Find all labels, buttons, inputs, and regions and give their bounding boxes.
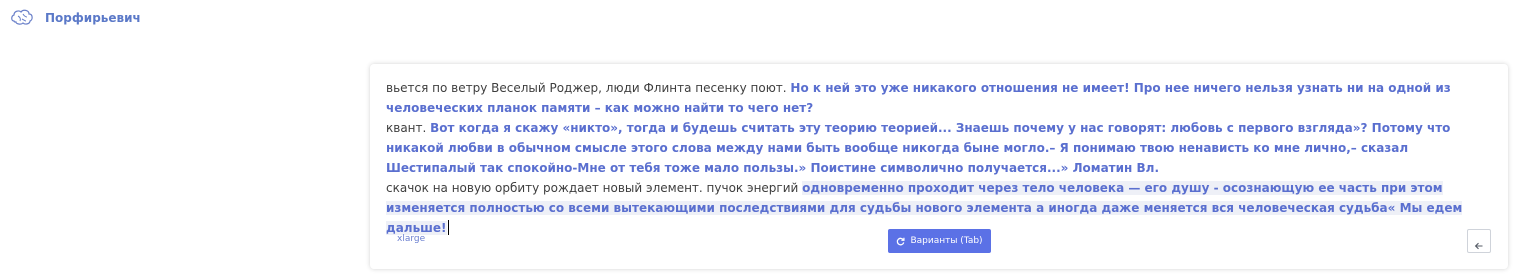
app-title[interactable]: Порфирьевич [45,11,141,25]
story-paragraph-1: вьется по ветру Веселый Роджер, люди Фли… [386,78,1490,118]
variants-button-label: Варианты (Tab) [910,236,983,246]
model-size-label[interactable]: xlarge [397,234,425,244]
story-paragraph-2: квант. Вот когда я скажу «никто», тогда … [386,118,1490,178]
editor-card: вьется по ветру Веселый Роджер, люди Фли… [370,64,1508,269]
refresh-icon [896,237,905,246]
variants-button[interactable]: Варианты (Tab) [888,229,991,253]
app-header: Порфирьевич [10,8,141,28]
brain-icon[interactable] [10,9,34,27]
story-text-editor[interactable]: вьется по ветру Веселый Роджер, люди Фли… [386,78,1490,238]
prompt-text: скачок на новую орбиту рождает новый эле… [386,181,803,195]
prompt-text: квант. [386,121,431,135]
undo-button[interactable] [1467,229,1491,253]
arrow-left-icon [1474,236,1484,250]
generated-text: Вот когда я скажу «никто», тогда и будеш… [386,121,1451,175]
prompt-text: вьется по ветру Веселый Роджер, люди Фли… [386,81,791,95]
text-cursor [447,220,449,235]
